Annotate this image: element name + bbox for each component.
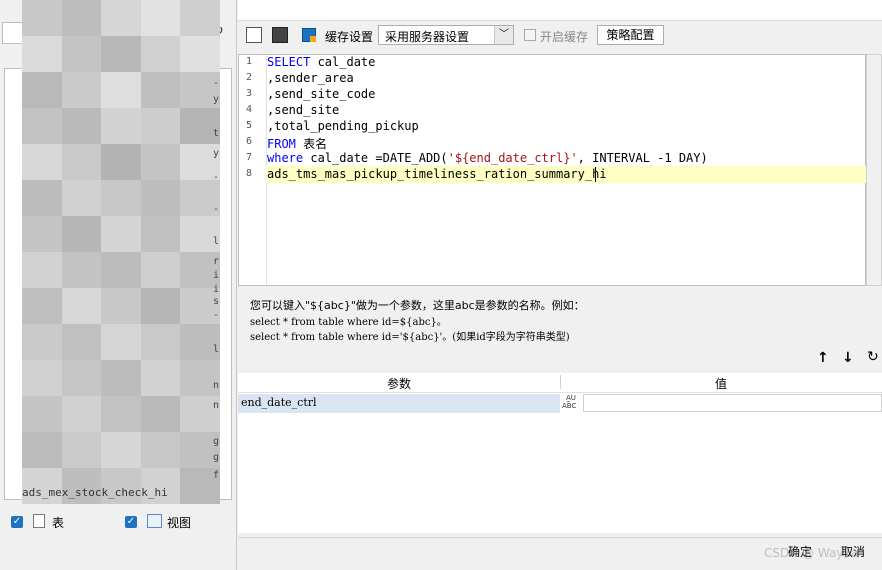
table-icon xyxy=(33,514,45,528)
table-checkbox[interactable]: ✓ xyxy=(11,516,23,528)
code-line: SELECT cal_date xyxy=(267,55,375,69)
code-text: ads_tms_mas_pickup_timeliness_ration_sum… xyxy=(267,167,607,181)
sql-keyword: SELECT xyxy=(267,55,311,69)
tree-edge-char: g xyxy=(213,452,220,463)
line-number: 1 xyxy=(246,56,253,67)
param-name: end_date_ctrl xyxy=(241,396,317,409)
type-selector[interactable]: A̲U ABC xyxy=(562,394,582,412)
line-number: 8 xyxy=(246,168,253,179)
tree-edge-char: - xyxy=(213,204,220,215)
tree-edge-char: l xyxy=(213,344,220,355)
watermark: CSDN @ Way1a xyxy=(764,546,859,560)
code-text: 表名 xyxy=(295,137,328,151)
move-down-icon[interactable]: ↓ xyxy=(842,350,854,366)
code-line: where cal_date =DATE_ADD('${end_date_ctr… xyxy=(267,151,708,165)
line-number: 2 xyxy=(246,72,253,83)
value-column-header: 值 xyxy=(714,377,727,391)
enable-cache-label: 开启缓存 xyxy=(540,30,589,44)
code-text: ,send_site xyxy=(267,103,340,117)
view-checkbox-label: 视图 xyxy=(167,516,192,530)
code-line: ads_tms_mas_pickup_timeliness_ration_sum… xyxy=(267,167,607,181)
top-strip xyxy=(238,0,882,21)
editor-scrollbar[interactable] xyxy=(866,54,882,286)
code-line: ,total_pending_pickup xyxy=(267,119,419,133)
code-text: cal_date xyxy=(310,55,376,69)
code-text: ,send_site_code xyxy=(267,87,376,101)
code-line: FROM 表名 xyxy=(267,135,327,152)
tree-edge-char: y xyxy=(213,148,220,159)
tree-edge-char: i xyxy=(213,284,220,295)
tree-edge-char: n xyxy=(213,380,220,391)
tree-edge-char: l xyxy=(213,236,220,247)
table-checkbox-label: 表 xyxy=(52,516,65,530)
tree-edge-char: f xyxy=(213,470,220,481)
param-value-input[interactable] xyxy=(583,394,882,412)
tree-item-partial[interactable]: ads_mex_stock_check_hi xyxy=(22,486,168,499)
view-icon xyxy=(147,514,162,528)
line-number: 5 xyxy=(246,120,253,131)
cache-settings-icon xyxy=(300,26,318,44)
code-text-tail: , INTERVAL -1 DAY) xyxy=(577,151,708,165)
params-header: 参数 值 xyxy=(238,373,882,393)
help-line-3: select * from table where id='${abc}'。(如… xyxy=(250,332,570,343)
save-icon[interactable] xyxy=(272,27,288,43)
tree-edge-char: s xyxy=(213,296,220,307)
enable-cache-checkbox[interactable] xyxy=(524,29,536,41)
tree-edge-char: n xyxy=(213,400,220,411)
sql-keyword: where xyxy=(267,151,304,165)
blurred-tree-region xyxy=(22,0,220,504)
view-checkbox[interactable]: ✓ xyxy=(125,516,137,528)
tree-edge-char: i xyxy=(213,270,220,281)
param-column-header: 参数 xyxy=(386,377,411,391)
code-line: ,send_site_code xyxy=(267,87,375,101)
line-number: 3 xyxy=(246,88,253,99)
move-up-icon[interactable]: ↑ xyxy=(817,350,829,366)
line-number: 7 xyxy=(246,152,253,163)
sql-string: '${end_date_ctrl}' xyxy=(447,151,578,165)
tree-edge-char: t xyxy=(213,128,220,139)
footer-divider xyxy=(238,537,882,538)
tree-edge-char: r xyxy=(213,256,220,267)
tree-edge-char: - xyxy=(213,172,220,183)
cache-mode-select[interactable]: 采用服务器设置 ﹀ xyxy=(378,25,514,45)
type-badge: ABC xyxy=(562,402,577,410)
tree-edge-char: y xyxy=(213,94,220,105)
tree-edge-char: - xyxy=(213,310,220,321)
code-text: ,total_pending_pickup xyxy=(267,119,419,133)
chevron-down-icon[interactable]: ﹀ xyxy=(494,26,513,44)
line-number: 4 xyxy=(246,104,253,115)
sql-keyword: FROM xyxy=(267,137,296,151)
code-text: ,sender_area xyxy=(267,71,354,85)
code-text: cal_date =DATE_ADD( xyxy=(303,151,448,165)
code-line: ,send_site xyxy=(267,103,339,117)
format-sql-icon[interactable] xyxy=(246,27,262,43)
strategy-config-button[interactable]: 策略配置 xyxy=(597,25,664,45)
cache-mode-value: 采用服务器设置 xyxy=(385,30,470,44)
code-line: ,sender_area xyxy=(267,71,354,85)
tree-edge-char: g xyxy=(213,436,220,447)
cache-settings-label: 缓存设置 xyxy=(325,30,374,44)
param-row[interactable]: end_date_ctrl xyxy=(238,394,560,413)
help-line-1: 您可以键入"${abc}"做为一个参数，这里abc是参数的名称。例如： xyxy=(250,299,585,312)
text-cursor xyxy=(595,167,596,182)
tree-edge-char: - xyxy=(213,78,220,89)
help-line-2: select * from table where id=${abc}。 xyxy=(250,317,447,328)
refresh-params-icon[interactable]: ↻ xyxy=(867,349,879,365)
line-number: 6 xyxy=(246,136,253,147)
